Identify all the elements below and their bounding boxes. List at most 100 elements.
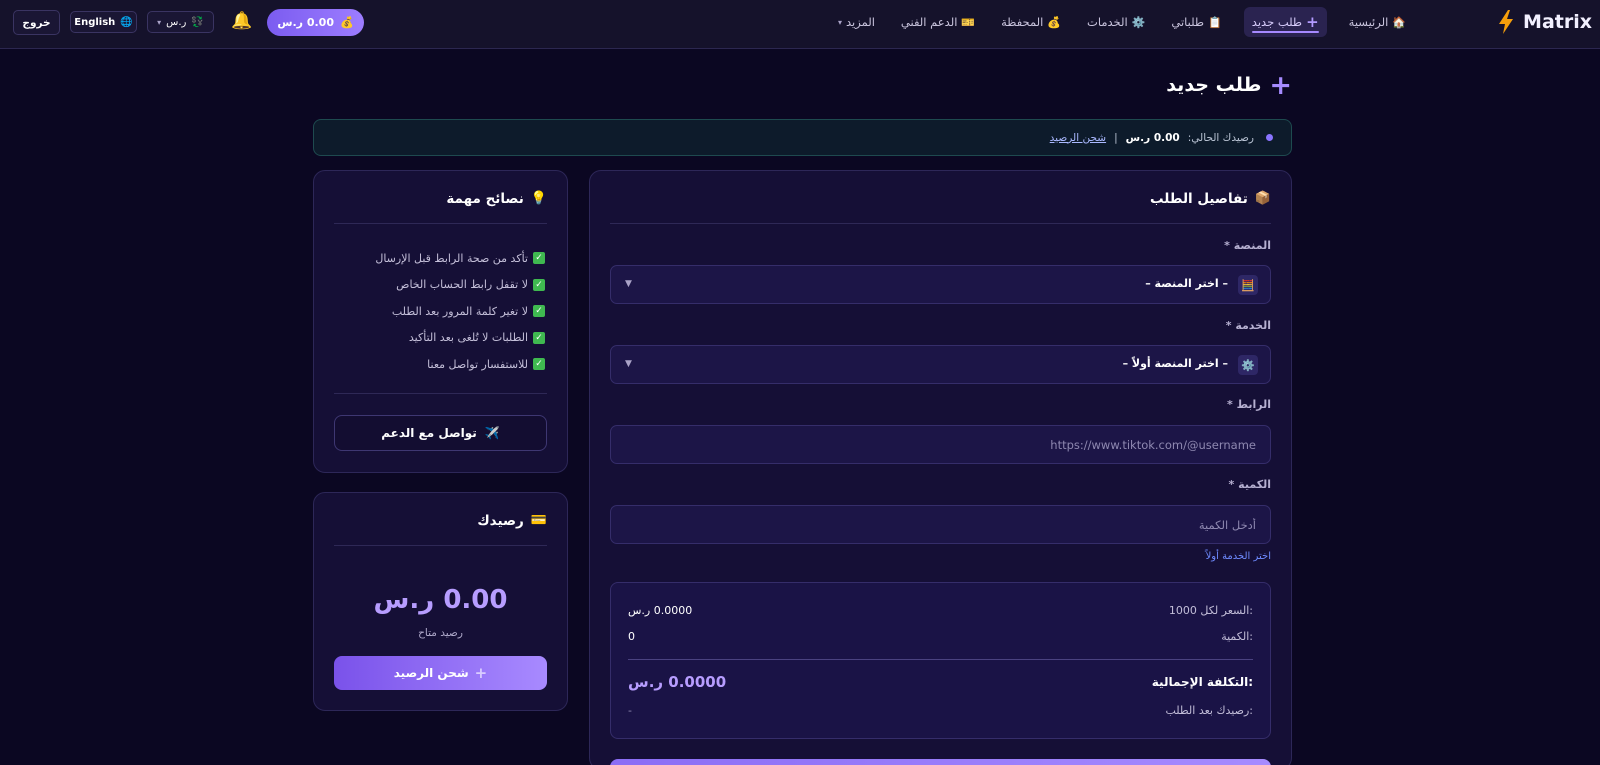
- topup-button[interactable]: + شحن الرصيد: [334, 656, 547, 690]
- plus-icon: +: [474, 664, 488, 682]
- tips-list: ✓ تأكد من صحة الرابط قبل الإرسال ✓ لا تق…: [375, 245, 545, 378]
- tip-text: الطلبات لا تُلغى بعد التأكيد: [408, 331, 528, 345]
- tip-text: تأكد من صحة الرابط قبل الإرسال: [375, 251, 528, 265]
- balance-alert: رصيدك الحالي: 0.00 ر.س | شحن الرصيد: [313, 119, 1292, 156]
- gear-icon: ⚙️: [1238, 355, 1258, 375]
- order-details-card: 📦 تفاصيل الطلب المنصة * 🧮 – اختر المنصة …: [589, 170, 1292, 765]
- platform-selected-value: – اختر المنصة –: [1145, 277, 1228, 290]
- nav-item-wallet[interactable]: 💰 المحفظة: [997, 7, 1065, 37]
- quantity-input[interactable]: [611, 506, 1270, 543]
- topup-button-label: شحن الرصيد: [393, 666, 469, 680]
- chevron-down-icon: ▾: [157, 17, 162, 27]
- lightning-bolt-icon: [1499, 10, 1514, 34]
- balance-amount: 0.00 ر.س: [373, 585, 508, 615]
- list-item: ✓ لا تقفل رابط الحساب الخاص: [375, 272, 545, 299]
- link-label: الرابط *: [1226, 398, 1271, 411]
- nav-item-label: الرئيسية: [1348, 15, 1389, 29]
- chevron-down-icon: ▼: [625, 359, 632, 369]
- nav-item-label: الدعم الفني: [900, 15, 958, 29]
- ticket-icon: 🎫: [961, 15, 976, 29]
- tips-card: 💡 نصائح مهمة ✓ تأكد من صحة الرابط قبل ال…: [313, 170, 568, 473]
- page-title: + طلب جديد: [1166, 70, 1292, 100]
- abacus-icon: 🧮: [1238, 275, 1258, 295]
- alert-prefix: رصيدك الحالي:: [1187, 131, 1254, 144]
- alert-separator: |: [1114, 131, 1118, 144]
- card-title: رصيدك: [477, 513, 524, 529]
- nav-item-new-order[interactable]: + طلب جديد: [1243, 7, 1327, 37]
- money-bag-icon: 💰: [339, 16, 354, 29]
- card-title: تفاصيل الطلب: [1150, 191, 1248, 207]
- gear-icon: ⚙️: [1131, 15, 1146, 29]
- logout-button[interactable]: خروج: [13, 10, 60, 35]
- nav-item-services[interactable]: ⚙️ الخدمات: [1083, 7, 1149, 37]
- nav-item-my-orders[interactable]: 📋 طلباتي: [1167, 7, 1225, 37]
- credit-card-icon: 💳: [530, 513, 547, 528]
- nav-item-label: المزيد: [845, 15, 875, 29]
- tip-text: لا تقفل رابط الحساب الخاص: [396, 278, 528, 292]
- language-label: English: [74, 16, 116, 28]
- price-value: 0.0000 ر.س: [628, 603, 693, 617]
- quantity-summary-value: 0: [628, 629, 635, 643]
- check-icon: ✓: [533, 305, 545, 318]
- balance-card: 💳 رصيدك 0.00 ر.س رصيد متاح + شحن الرصيد: [313, 492, 568, 711]
- plus-icon: +: [1269, 69, 1292, 101]
- service-label: الخدمة *: [1225, 319, 1271, 332]
- page-title-text: طلب جديد: [1166, 74, 1262, 96]
- quantity-row: الكمية: 0: [628, 628, 1253, 644]
- bell-icon[interactable]: 🔔: [231, 11, 252, 31]
- check-icon: ✓: [533, 252, 545, 265]
- nav-item-more[interactable]: المزيد ▾: [834, 7, 879, 37]
- card-header: 💳 رصيدك: [334, 513, 547, 546]
- nav-item-label: طلب جديد: [1251, 15, 1303, 29]
- balance-after-value: -: [628, 703, 632, 717]
- platform-select[interactable]: 🧮 – اختر المنصة – ▼: [610, 265, 1271, 304]
- airplane-icon: ✈️: [484, 426, 500, 440]
- quantity-field: [610, 505, 1271, 544]
- check-icon: ✓: [533, 331, 545, 344]
- globe-icon: 🌐: [120, 16, 133, 28]
- chevron-down-icon: ▾: [837, 17, 842, 27]
- list-item: ✓ تأكد من صحة الرابط قبل الإرسال: [375, 245, 545, 272]
- tip-text: لا تغير كلمة المرور بعد الطلب: [391, 304, 528, 318]
- package-icon: 📦: [1254, 191, 1271, 206]
- list-item: ✓ للاستفسار تواصل معنا: [375, 351, 545, 378]
- support-button-label: تواصل مع الدعم: [381, 426, 477, 440]
- home-icon: 🏠: [1392, 15, 1406, 29]
- check-icon: ✓: [533, 278, 545, 291]
- link-input[interactable]: [611, 426, 1270, 463]
- quantity-hint: اختر الخدمة أولاً: [1205, 551, 1271, 562]
- quantity-label: الكمية *: [1228, 478, 1271, 491]
- platform-label: المنصة *: [1224, 239, 1271, 252]
- card-title: نصائح مهمة: [446, 191, 524, 207]
- list-item: ✓ لا تغير كلمة المرور بعد الطلب: [375, 298, 545, 325]
- contact-support-button[interactable]: ✈️ تواصل مع الدعم: [334, 415, 547, 451]
- currency-exchange-icon: 💱: [191, 16, 204, 28]
- currency-label: ر.س: [166, 16, 187, 28]
- alert-amount: 0.00 ر.س: [1125, 131, 1180, 144]
- order-summary: السعر لكل 1000: 0.0000 ر.س الكمية: 0 الت…: [610, 582, 1271, 739]
- currency-dropdown[interactable]: 💱 ر.س ▾: [147, 11, 214, 33]
- service-select[interactable]: ⚙️ – اختر المنصة أولاً – ▼: [610, 345, 1271, 384]
- info-dot-icon: [1266, 134, 1273, 141]
- card-header: 💡 نصائح مهمة: [334, 191, 547, 224]
- money-bag-icon: 💰: [1047, 15, 1061, 29]
- submit-order-button[interactable]: [610, 759, 1271, 765]
- tip-text: للاستفسار تواصل معنا: [427, 357, 528, 371]
- quantity-summary-label: الكمية:: [1221, 629, 1253, 643]
- nav-item-support[interactable]: 🎫 الدعم الفني: [897, 7, 979, 37]
- balance-after-row: رصيدك بعد الطلب: -: [628, 702, 1253, 718]
- brand-name: Matrix: [1523, 11, 1592, 33]
- total-value: 0.0000 ر.س: [628, 673, 727, 691]
- balance-after-label: رصيدك بعد الطلب:: [1165, 703, 1253, 717]
- topup-link[interactable]: شحن الرصيد: [1050, 132, 1106, 144]
- main-nav: 🏠 الرئيسية + طلب جديد 📋 طلباتي ⚙️ الخدما…: [834, 7, 1410, 37]
- plus-icon: +: [1306, 13, 1319, 31]
- balance-pill[interactable]: 💰 0.00 ر.س: [267, 9, 364, 36]
- nav-item-label: طلباتي: [1171, 15, 1205, 29]
- brand[interactable]: Matrix: [1497, 8, 1592, 36]
- balance-subtitle: رصيد متاح: [418, 627, 463, 639]
- nav-item-home[interactable]: 🏠 الرئيسية: [1345, 7, 1410, 37]
- language-toggle[interactable]: English 🌐: [70, 11, 137, 33]
- summary-divider: [628, 659, 1253, 660]
- chevron-down-icon: ▼: [625, 279, 632, 289]
